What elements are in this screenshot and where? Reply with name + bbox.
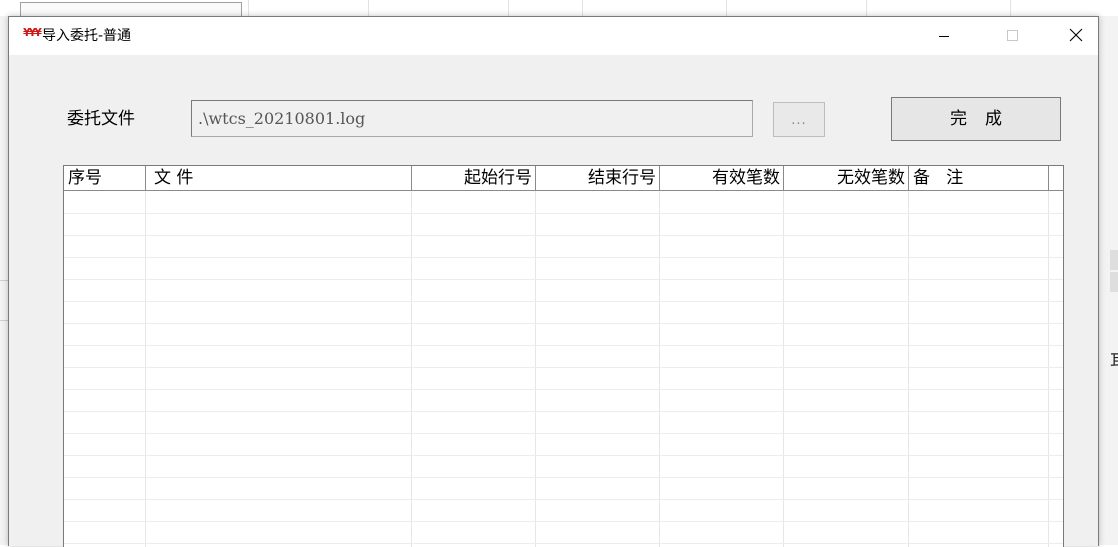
table-row[interactable] [64,345,1063,368]
background-clipped-glyph: 耳 [1110,347,1118,371]
table-row[interactable] [64,499,1063,522]
order-file-path-field[interactable]: .\wtcs_20210801.log [191,100,753,137]
table-row[interactable] [64,455,1063,478]
table-row[interactable] [64,301,1063,324]
order-file-label: 委托文件 [67,109,135,129]
background-tab [20,2,242,17]
browse-file-button[interactable]: ... [773,102,825,137]
column-header-valid-count[interactable]: 有效笔数 [660,166,784,190]
table-row[interactable] [64,191,1063,214]
close-icon [1069,28,1083,42]
table-row[interactable] [64,411,1063,434]
maximize-icon [1006,29,1018,41]
table-row[interactable] [64,213,1063,236]
dialog-titlebar[interactable]: ¥¥¥ 导入委托-普通 [9,17,1098,55]
column-header-remark[interactable]: 备 注 [909,166,1049,190]
close-button[interactable] [1053,17,1099,53]
minimize-button[interactable] [921,17,967,53]
background-toolbar [0,0,1118,17]
import-result-table[interactable]: 序号 文 件 起始行号 结束行号 有效笔数 无效笔数 备 注 [63,165,1064,547]
dialog-title: 导入委托-普通 [42,28,132,44]
table-row[interactable] [64,257,1063,280]
column-header-end-line[interactable]: 结束行号 [536,166,660,190]
table-row[interactable] [64,235,1063,258]
column-header-file[interactable]: 文 件 [146,166,412,190]
app-logo-icon: ¥¥¥ [23,26,42,39]
column-header-start-line[interactable]: 起始行号 [412,166,536,190]
table-row[interactable] [64,389,1063,412]
table-row[interactable] [64,521,1063,544]
import-orders-dialog: ¥¥¥ 导入委托-普通 委托文件 .\wtcs_20210801.log ...… [8,16,1099,547]
table-row[interactable] [64,323,1063,346]
column-header-invalid-count[interactable]: 无效笔数 [784,166,909,190]
maximize-button[interactable] [989,17,1035,53]
background-left-panel [0,16,8,545]
minimize-icon [939,35,949,37]
column-header-seq[interactable]: 序号 [64,166,146,190]
done-button[interactable]: 完成 [891,97,1061,141]
table-row[interactable] [64,279,1063,302]
table-row[interactable] [64,367,1063,390]
table-row[interactable] [64,433,1063,456]
table-header: 序号 文 件 起始行号 结束行号 有效笔数 无效笔数 备 注 [64,166,1063,191]
background-right-panel [1098,16,1118,545]
table-row[interactable] [64,477,1063,500]
